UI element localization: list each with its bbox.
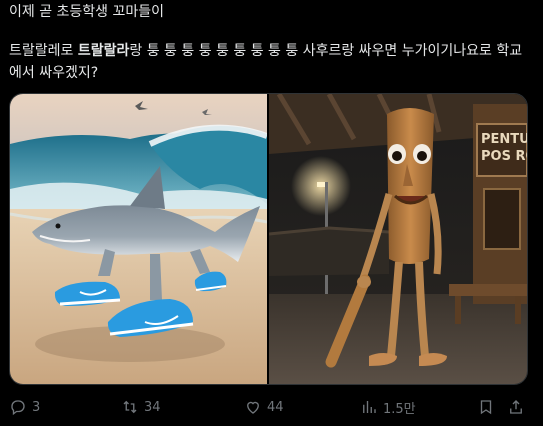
reply-count: 3 xyxy=(32,399,41,415)
reply-button[interactable]: 3 xyxy=(9,396,40,418)
heart-icon xyxy=(247,401,259,414)
reply-icon xyxy=(11,400,25,416)
sign-line2: POS RO xyxy=(481,149,527,164)
views-icon xyxy=(363,401,376,413)
views-button[interactable]: 1.5만 xyxy=(360,396,416,418)
post-media[interactable]: PENTUN POS RO xyxy=(9,93,528,385)
media-image-wooden-figure[interactable]: PENTUN POS RO xyxy=(269,94,527,384)
view-count: 1.5만 xyxy=(383,401,416,417)
bookmark-icon xyxy=(480,400,492,415)
share-button[interactable] xyxy=(507,396,530,418)
post-body-part1: 트랄랄레로 xyxy=(9,43,78,59)
like-count: 44 xyxy=(267,399,284,415)
media-image-shark[interactable] xyxy=(10,94,267,384)
sign-line1: PENTUN xyxy=(481,132,527,147)
share-icon xyxy=(510,400,522,414)
like-button[interactable]: 44 xyxy=(244,396,284,418)
post-body-text: 트랄랄레로 트랄랄라랑 퉁 퉁 퉁 퉁 퉁 퉁 퉁 퉁 퉁 사후르랑 싸우면 누… xyxy=(9,40,534,84)
post-body-bold: 트랄랄라 xyxy=(77,43,130,59)
repost-icon xyxy=(123,400,137,414)
post-header-text: 이제 곧 초등학생 꼬마들이 xyxy=(9,4,165,20)
repost-button[interactable]: 34 xyxy=(121,396,161,418)
post-actions-bar: 3 34 44 1.5만 xyxy=(0,396,543,418)
post: 이제 곧 초등학생 꼬마들이 트랄랄레로 트랄랄라랑 퉁 퉁 퉁 퉁 퉁 퉁 퉁… xyxy=(0,0,543,426)
repost-count: 34 xyxy=(144,399,161,415)
bookmark-button[interactable] xyxy=(477,396,500,418)
